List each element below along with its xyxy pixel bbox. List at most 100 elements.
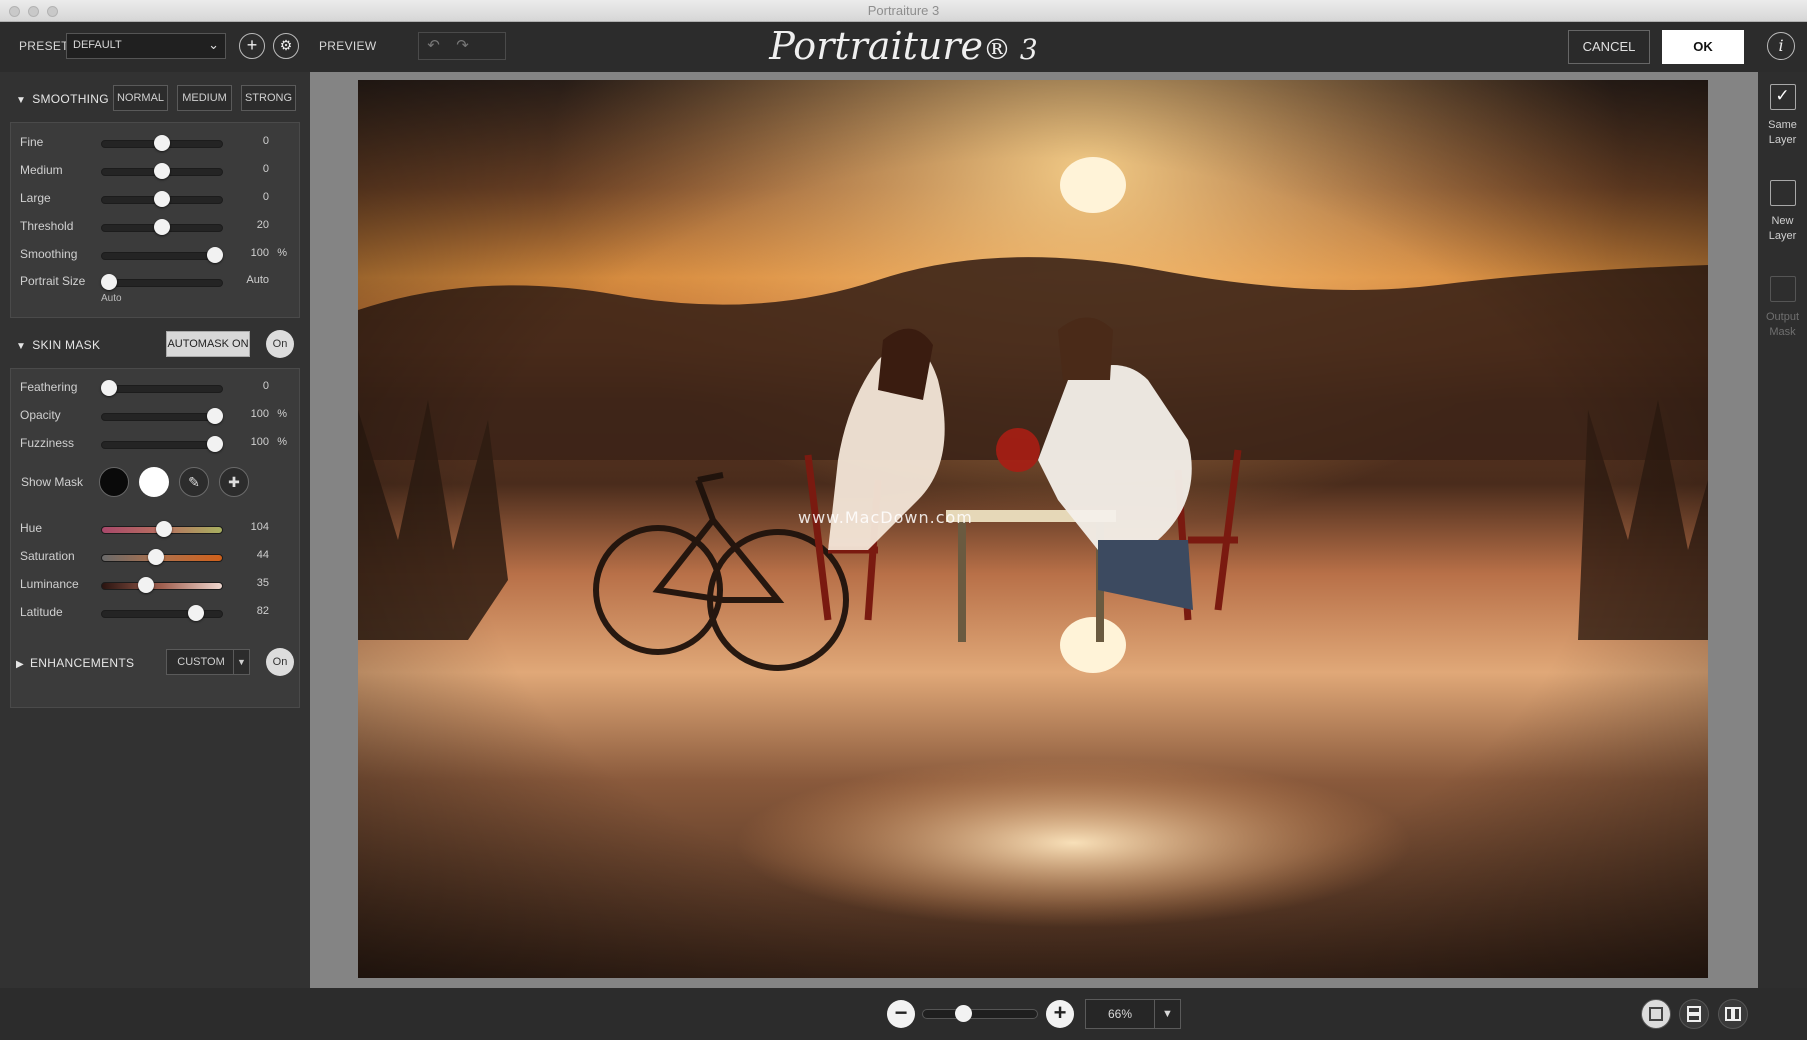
mode-normal-button[interactable]: NORMAL (113, 85, 168, 111)
enhancements-toggle[interactable]: On (266, 648, 294, 676)
slider-handle[interactable] (154, 191, 170, 207)
single-view-button[interactable] (1641, 999, 1671, 1029)
window-title-bar: Portraiture 3 (0, 0, 1807, 22)
mask-color-black[interactable] (99, 467, 129, 497)
slider-value: 82 (256, 605, 269, 617)
output-same-layer[interactable]: ✓ Same Layer (1758, 84, 1807, 148)
slider-threshold[interactable]: Threshold 20 (11, 215, 301, 239)
eyedropper-add-icon[interactable]: ✚ (219, 467, 249, 497)
slider-track[interactable] (101, 385, 223, 393)
output-mask-label: Output Mask (1765, 311, 1800, 338)
slider-track[interactable] (101, 413, 223, 421)
smoothing-title: SMOOTHING (32, 92, 109, 106)
app-logo: Portraiture® 3 (0, 24, 1807, 68)
slider-track[interactable] (101, 610, 223, 618)
slider-track[interactable] (101, 441, 223, 449)
slider-value: 104 (250, 521, 269, 533)
slider-handle[interactable] (154, 135, 170, 151)
slider-handle[interactable] (154, 163, 170, 179)
slider-label: Fuzziness (20, 436, 75, 450)
slider-handle[interactable] (156, 521, 173, 537)
slider-handle[interactable] (207, 247, 223, 263)
slider-saturation[interactable]: Saturation 44 (11, 545, 301, 569)
split-horizontal-icon-lower (1687, 1014, 1701, 1022)
mode-strong-button[interactable]: STRONG (241, 85, 296, 111)
slider-handle[interactable] (101, 380, 117, 396)
mode-medium-button[interactable]: MEDIUM (177, 85, 232, 111)
slider-label: Opacity (20, 408, 61, 422)
logo-main: Portraiture (769, 24, 983, 68)
skin-mask-toggle[interactable]: On (266, 330, 294, 358)
split-horizontal-icon (1687, 1006, 1701, 1014)
automask-button[interactable]: AUTOMASK ON (166, 331, 250, 357)
cancel-button[interactable]: CANCEL (1568, 30, 1650, 64)
slider-handle[interactable] (207, 408, 223, 424)
eyedropper-icon[interactable]: ✎ (179, 467, 209, 497)
split-vertical-icon-right (1733, 1007, 1741, 1021)
slider-unit: % (277, 408, 287, 420)
zoom-out-button[interactable]: − (887, 1000, 915, 1028)
enhancements-mode-select[interactable]: CUSTOM ▼ (166, 649, 250, 675)
slider-handle[interactable] (101, 274, 117, 290)
slider-value: 20 (256, 219, 269, 231)
slider-value: Auto (246, 274, 269, 286)
slider-value: 0 (262, 191, 269, 203)
checkbox-checked-icon[interactable]: ✓ (1769, 84, 1796, 110)
zoom-slider-track[interactable] (922, 1009, 1038, 1019)
enhancements-section-header[interactable]: ▶ ENHANCEMENTS (16, 656, 134, 670)
split-horizontal-view-button[interactable] (1679, 999, 1709, 1029)
slider-large[interactable]: Large 0 (11, 187, 301, 211)
slider-hue[interactable]: Hue 104 (11, 517, 301, 541)
checkbox-disabled-icon[interactable] (1769, 276, 1796, 302)
same-layer-label: Same Layer (1768, 119, 1797, 146)
slider-smoothing[interactable]: Smoothing 100 % (11, 243, 301, 267)
zoom-slider-handle[interactable] (954, 1005, 972, 1022)
output-mask-option[interactable]: Output Mask (1758, 276, 1807, 340)
slider-unit: % (277, 247, 287, 259)
mask-color-white[interactable] (139, 467, 169, 497)
info-button[interactable]: i (1767, 32, 1795, 60)
slider-handle[interactable] (207, 436, 223, 452)
split-vertical-icon (1725, 1007, 1733, 1021)
enhancements-mode-value: CUSTOM (177, 656, 225, 668)
slider-fuzziness[interactable]: Fuzziness 100 % (11, 432, 301, 456)
split-vertical-view-button[interactable] (1718, 999, 1748, 1029)
preview-area[interactable]: www.MacDown.com (310, 72, 1758, 988)
triangle-down-icon: ▼ (16, 341, 27, 352)
watermark-text: www.MacDown.com (798, 508, 973, 527)
slider-feathering[interactable]: Feathering 0 (11, 376, 301, 400)
zoom-in-button[interactable]: + (1046, 1000, 1074, 1028)
slider-opacity[interactable]: Opacity 100 % (11, 404, 301, 428)
preview-image[interactable]: www.MacDown.com (358, 80, 1708, 978)
show-mask-label: Show Mask (21, 475, 84, 489)
slider-latitude[interactable]: Latitude 82 (11, 601, 301, 625)
zoom-level-value: 66% (1107, 1007, 1133, 1021)
slider-track[interactable] (101, 252, 223, 260)
output-panel: ✓ Same Layer New Layer Output Mask (1758, 72, 1807, 988)
single-view-icon (1649, 1007, 1663, 1021)
checkbox-unchecked-icon[interactable] (1769, 180, 1796, 206)
slider-handle[interactable] (187, 605, 204, 621)
slider-value: 0 (262, 135, 269, 147)
skin-mask-section-header[interactable]: ▼ SKIN MASK (16, 338, 100, 352)
slider-value: 100 (250, 408, 269, 420)
triangle-down-icon: ▼ (16, 95, 27, 106)
slider-fine[interactable]: Fine 0 (11, 131, 301, 155)
slider-label: Medium (20, 163, 63, 177)
slider-track[interactable] (101, 582, 223, 590)
slider-label: Threshold (20, 219, 74, 233)
smoothing-section-header[interactable]: ▼ SMOOTHING (16, 92, 109, 106)
slider-track[interactable] (101, 279, 223, 287)
slider-handle[interactable] (138, 577, 155, 593)
slider-handle[interactable] (147, 549, 164, 565)
slider-value: 100 (250, 436, 269, 448)
slider-portrait-size[interactable]: Portrait Size Auto (11, 270, 301, 294)
slider-luminance[interactable]: Luminance 35 (11, 573, 301, 597)
sunset-photo (358, 80, 1708, 978)
slider-medium[interactable]: Medium 0 (11, 159, 301, 183)
output-new-layer[interactable]: New Layer (1758, 180, 1807, 244)
slider-handle[interactable] (154, 219, 170, 235)
ok-button[interactable]: OK (1662, 30, 1744, 64)
chevron-down-icon: ▼ (233, 650, 249, 674)
zoom-level-select[interactable]: 66% ▼ (1085, 999, 1181, 1029)
